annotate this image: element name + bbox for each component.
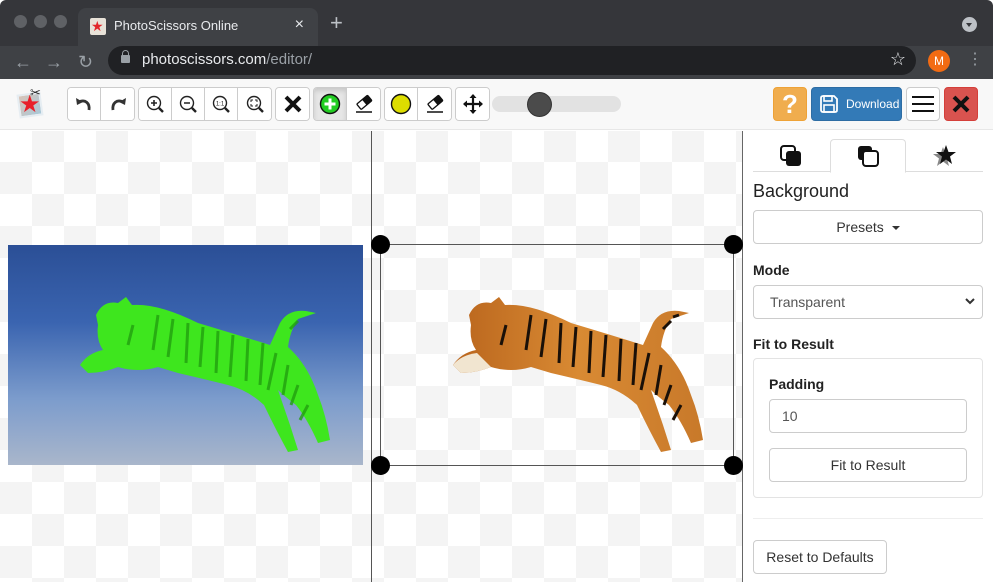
yellow-circle-icon [390,93,412,115]
menu-line [912,103,934,105]
window-minimize-dot[interactable] [34,15,47,28]
tab-search-icon[interactable] [962,17,977,32]
tab-background[interactable] [753,139,829,172]
section-divider [753,518,983,519]
undo-button[interactable] [68,88,101,120]
x-icon [284,95,301,113]
background-marker-button[interactable] [385,88,418,120]
help-button[interactable]: ? [773,87,807,121]
crop-handle-bottom-left[interactable] [371,456,390,475]
hamburger-menu-button[interactable] [906,87,940,121]
mode-label: Mode [753,262,790,278]
source-image-with-marks[interactable] [8,245,363,465]
foreground-group [313,87,381,121]
move-arrows-icon [462,94,483,114]
fit-to-result-well: Padding 10 Fit to Result [753,358,983,498]
crop-handle-top-right[interactable] [724,235,743,254]
redo-icon [110,98,126,111]
presets-label: Presets [836,219,884,235]
url-path: /editor/ [266,51,313,68]
background-group [384,87,452,121]
address-bar[interactable]: photoscissors.com/editor/ ☆ [108,46,916,75]
zoom-group: 1:1 [138,87,272,121]
caret-down-icon [891,226,900,231]
favicon-icon [90,18,106,35]
padding-label: Padding [769,376,825,392]
crop-handle-top-left[interactable] [371,235,390,254]
settings-panel: Background Presets Mode Transparent Fit … [743,131,993,582]
zoom-fit-button[interactable] [238,88,271,120]
fit-to-result-section-label: Fit to Result [753,336,834,352]
zoom-out-button[interactable] [172,88,205,120]
foreground-eraser-button[interactable] [347,88,380,120]
close-editor-button[interactable] [944,87,978,121]
background-eraser-button[interactable] [418,88,451,120]
zoom-out-icon [179,95,197,113]
svg-text:1:1: 1:1 [216,102,225,108]
x-icon [952,95,970,113]
panel-heading: Background [753,181,850,201]
reset-to-defaults-button[interactable]: Reset to Defaults [753,540,887,574]
eraser-icon [355,94,372,113]
history-group [67,87,135,121]
green-tiger-marked [80,297,330,452]
chevron-down-icon [964,286,976,330]
menu-line [912,110,934,112]
undo-icon [76,98,91,111]
zoom-actual-size-button[interactable]: 1:1 [205,88,238,120]
download-button[interactable]: Download [811,87,902,121]
result-tiger-cutout [453,297,703,452]
result-crop-frame[interactable] [380,244,734,466]
padding-input[interactable]: 10 [769,399,967,433]
reload-button[interactable]: ↻ [78,50,93,74]
zoom-in-icon [146,95,164,113]
url-text: photoscissors.com/editor/ [142,51,312,68]
url-domain: photoscissors.com [142,51,267,68]
fit-to-result-button[interactable]: Fit to Result [769,448,967,482]
new-tab-button[interactable]: + [330,12,343,34]
browser-tab-bar: PhotoScissors Online × + [0,0,993,46]
crop-handle-bottom-right[interactable] [724,456,743,475]
zoom-in-button[interactable] [139,88,172,120]
forward-button[interactable]: → [45,50,63,74]
eraser-icon [426,94,443,113]
canvas-split-divider [371,131,372,582]
mode-select[interactable]: Transparent [753,285,983,319]
zoom-fit-icon [246,95,264,113]
download-label: Download [846,97,900,111]
bookmark-star-icon[interactable]: ☆ [890,49,906,70]
layers-filled-icon [780,144,801,166]
tab-foreground[interactable] [830,139,906,173]
photoscissors-logo: ★ ✂ [16,85,46,119]
menu-line [912,96,934,98]
browser-tab[interactable]: PhotoScissors Online × [78,8,318,46]
back-button[interactable]: ← [14,50,32,74]
clear-marks-button[interactable] [276,88,309,120]
star-icon [933,144,956,166]
tab-title: PhotoScissors Online [114,18,239,33]
save-floppy-icon [820,95,838,113]
browser-menu-icon[interactable]: ⋮ [967,50,983,70]
presets-dropdown-button[interactable]: Presets [753,210,983,244]
tab-effects[interactable] [907,139,983,172]
window-close-dot[interactable] [14,15,27,28]
redo-button[interactable] [101,88,134,120]
move-button[interactable] [456,88,489,120]
pan-group [455,87,490,121]
window-zoom-dot[interactable] [54,15,67,28]
zoom-1to1-icon: 1:1 [212,95,230,113]
tab-close-icon[interactable]: × [295,16,304,34]
browser-nav-bar: ← → ↻ photoscissors.com/editor/ ☆ M ⋮ [0,46,993,79]
plus-circle-green-icon [319,93,341,115]
profile-avatar[interactable]: M [928,50,950,72]
lock-icon [121,50,130,63]
foreground-marker-button[interactable] [314,88,347,120]
clear-group [275,87,310,121]
layers-outline-icon [858,146,879,167]
brush-size-slider-track[interactable] [492,96,621,112]
mode-value: Transparent [770,294,845,310]
panel-tabs [753,139,983,173]
